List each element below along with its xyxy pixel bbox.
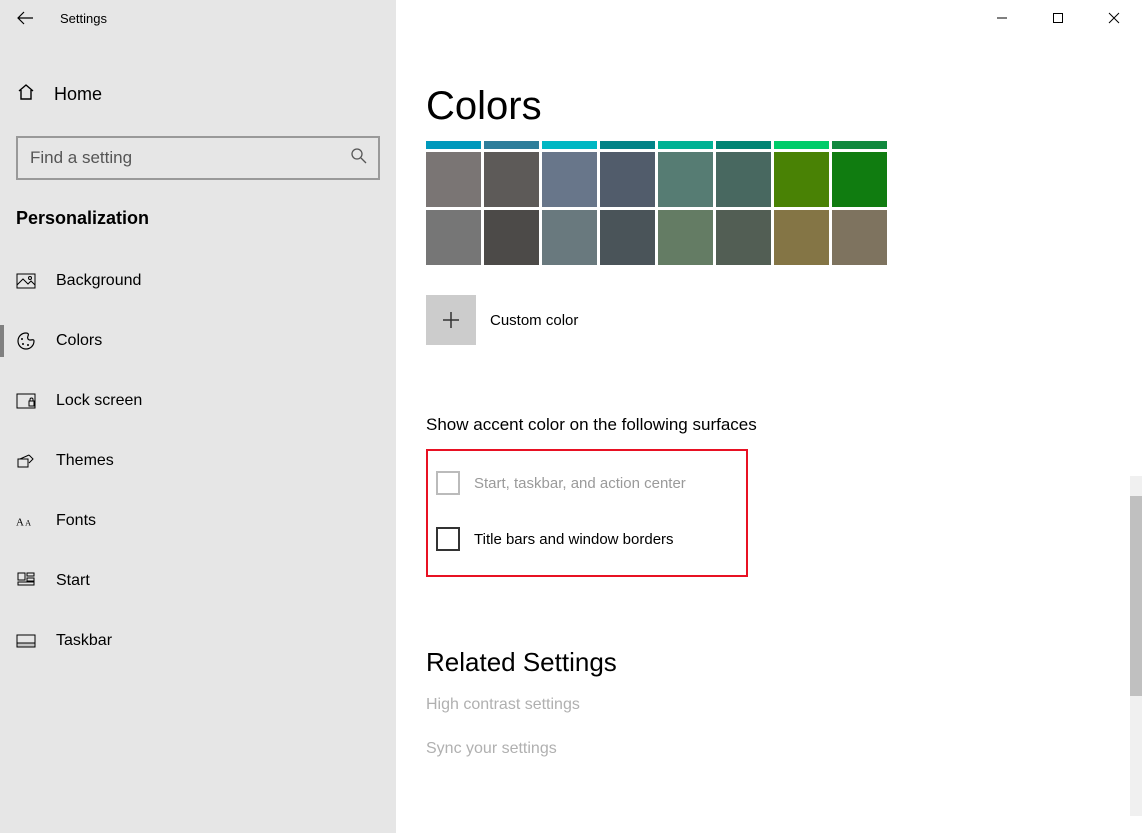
sidebar-item-label: Fonts <box>56 512 96 530</box>
highlight-box: Start, taskbar, and action center Title … <box>426 449 748 577</box>
checkbox-icon <box>436 471 460 495</box>
start-icon <box>16 572 36 590</box>
plus-icon <box>440 309 462 331</box>
checkbox-icon[interactable] <box>436 527 460 551</box>
minimize-button[interactable] <box>974 0 1030 36</box>
sidebar-section-header: Personalization <box>0 208 396 251</box>
custom-color-label: Custom color <box>490 312 578 329</box>
picture-icon <box>16 273 36 289</box>
close-icon <box>1108 12 1120 24</box>
color-swatch[interactable] <box>658 141 713 149</box>
lock-screen-icon <box>16 393 36 409</box>
window-controls <box>974 0 1142 36</box>
sidebar-item-background[interactable]: Background <box>0 251 396 311</box>
swatch-row <box>426 141 1102 149</box>
sidebar-item-label: Lock screen <box>56 392 142 410</box>
color-swatch[interactable] <box>600 210 655 265</box>
color-swatch[interactable] <box>774 210 829 265</box>
color-swatch[interactable] <box>426 152 481 207</box>
maximize-button[interactable] <box>1030 0 1086 36</box>
color-swatch[interactable] <box>774 152 829 207</box>
sidebar-item-label: Themes <box>56 452 114 470</box>
color-swatch[interactable] <box>426 210 481 265</box>
checkbox-label: Start, taskbar, and action center <box>474 475 686 492</box>
color-swatch[interactable] <box>832 152 887 207</box>
color-swatch[interactable] <box>716 152 771 207</box>
taskbar-icon <box>16 634 36 648</box>
search-icon <box>350 147 368 169</box>
back-button[interactable] <box>0 0 50 36</box>
titlebar: Settings <box>0 0 1142 36</box>
color-swatch[interactable] <box>658 210 713 265</box>
color-swatch[interactable] <box>832 141 887 149</box>
color-swatch[interactable] <box>542 141 597 149</box>
app-title: Settings <box>50 11 107 26</box>
sidebar-item-label: Colors <box>56 332 102 350</box>
sidebar-item-home[interactable]: Home <box>0 66 396 122</box>
color-swatch[interactable] <box>426 141 481 149</box>
home-icon <box>16 82 36 106</box>
checkbox-label: Title bars and window borders <box>474 531 674 548</box>
sidebar-item-themes[interactable]: Themes <box>0 431 396 491</box>
palette-icon <box>16 331 36 351</box>
color-swatch[interactable] <box>542 152 597 207</box>
home-label: Home <box>54 84 102 105</box>
color-swatch[interactable] <box>774 141 829 149</box>
color-swatch[interactable] <box>600 141 655 149</box>
swatch-row <box>426 152 1102 207</box>
search-input[interactable] <box>16 136 380 180</box>
sidebar-item-label: Background <box>56 272 141 290</box>
sidebar-item-fonts[interactable]: AA Fonts <box>0 491 396 551</box>
color-swatch[interactable] <box>484 141 539 149</box>
sidebar-item-lock-screen[interactable]: Lock screen <box>0 371 396 431</box>
themes-icon <box>16 451 36 471</box>
sidebar-item-start[interactable]: Start <box>0 551 396 611</box>
minimize-icon <box>996 12 1008 24</box>
color-swatch[interactable] <box>542 210 597 265</box>
sidebar: Home Personalization Background Colors <box>0 36 396 833</box>
color-swatch[interactable] <box>658 152 713 207</box>
accent-surfaces-heading: Show accent color on the following surfa… <box>426 415 1102 435</box>
swatch-grid <box>426 141 1102 265</box>
svg-text:A: A <box>16 517 24 529</box>
color-swatch[interactable] <box>484 152 539 207</box>
content-area: Colors Custom color Show accent color on… <box>396 36 1142 833</box>
search-wrap <box>16 136 380 180</box>
titlebar-left: Settings <box>0 0 107 36</box>
color-swatch[interactable] <box>600 152 655 207</box>
scrollbar-track[interactable] <box>1130 476 1142 816</box>
sidebar-item-label: Start <box>56 572 90 590</box>
fonts-icon: AA <box>16 513 36 529</box>
back-arrow-icon <box>16 9 34 27</box>
question-heading: Have a question? <box>426 828 1102 833</box>
sidebar-item-taskbar[interactable]: Taskbar <box>0 611 396 671</box>
related-settings-heading: Related Settings <box>426 647 1102 678</box>
color-swatch[interactable] <box>716 141 771 149</box>
maximize-icon <box>1052 12 1064 24</box>
link-sync-settings[interactable]: Sync your settings <box>426 740 1102 758</box>
page-title: Colors <box>426 36 1102 137</box>
color-swatch[interactable] <box>484 210 539 265</box>
swatch-row <box>426 210 1102 265</box>
svg-text:A: A <box>25 519 31 528</box>
color-swatch[interactable] <box>716 210 771 265</box>
sidebar-item-colors[interactable]: Colors <box>0 311 396 371</box>
close-button[interactable] <box>1086 0 1142 36</box>
custom-color-row[interactable]: Custom color <box>426 295 1102 345</box>
plus-button[interactable] <box>426 295 476 345</box>
link-high-contrast[interactable]: High contrast settings <box>426 696 1102 714</box>
checkbox-title-bars[interactable]: Title bars and window borders <box>436 519 738 559</box>
scrollbar-thumb[interactable] <box>1130 496 1142 696</box>
color-swatch[interactable] <box>832 210 887 265</box>
sidebar-item-label: Taskbar <box>56 632 112 650</box>
checkbox-start-taskbar: Start, taskbar, and action center <box>436 463 738 503</box>
